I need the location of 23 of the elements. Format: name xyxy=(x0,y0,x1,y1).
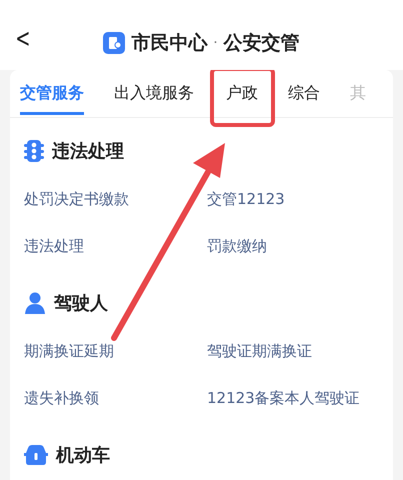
tab[interactable]: 综合 xyxy=(288,82,320,115)
tab[interactable]: 出入境服务 xyxy=(114,82,194,115)
section-title: 机动车 xyxy=(56,444,110,467)
service-link[interactable]: 罚款缴纳 xyxy=(207,237,267,255)
back-button[interactable]: < xyxy=(15,24,31,54)
person-icon xyxy=(24,292,46,314)
app-title: 市民中心 xyxy=(131,31,208,56)
tab[interactable]: 户政 xyxy=(226,82,258,115)
service-link[interactable]: 交管12123 xyxy=(207,190,285,208)
section-title: 违法处理 xyxy=(52,140,124,163)
tab[interactable]: 交管服务 xyxy=(20,82,84,115)
service-link[interactable]: 12123备案本人驾驶证 xyxy=(207,389,360,407)
service-link[interactable]: 违法处理 xyxy=(24,237,84,255)
traffic-light-icon xyxy=(24,140,44,162)
service-link[interactable]: 处罚决定书缴款 xyxy=(24,190,129,208)
service-link[interactable]: 驾驶证期满换证 xyxy=(207,342,312,360)
document-icon xyxy=(103,32,126,54)
app-subtitle: 公安交管 xyxy=(224,31,300,56)
service-link[interactable]: 遗失补换领 xyxy=(24,389,99,407)
car-icon xyxy=(24,445,48,465)
service-link[interactable]: 期满换证延期 xyxy=(24,342,114,360)
title-separator: · xyxy=(213,35,218,51)
section-title: 驾驶人 xyxy=(54,292,108,315)
